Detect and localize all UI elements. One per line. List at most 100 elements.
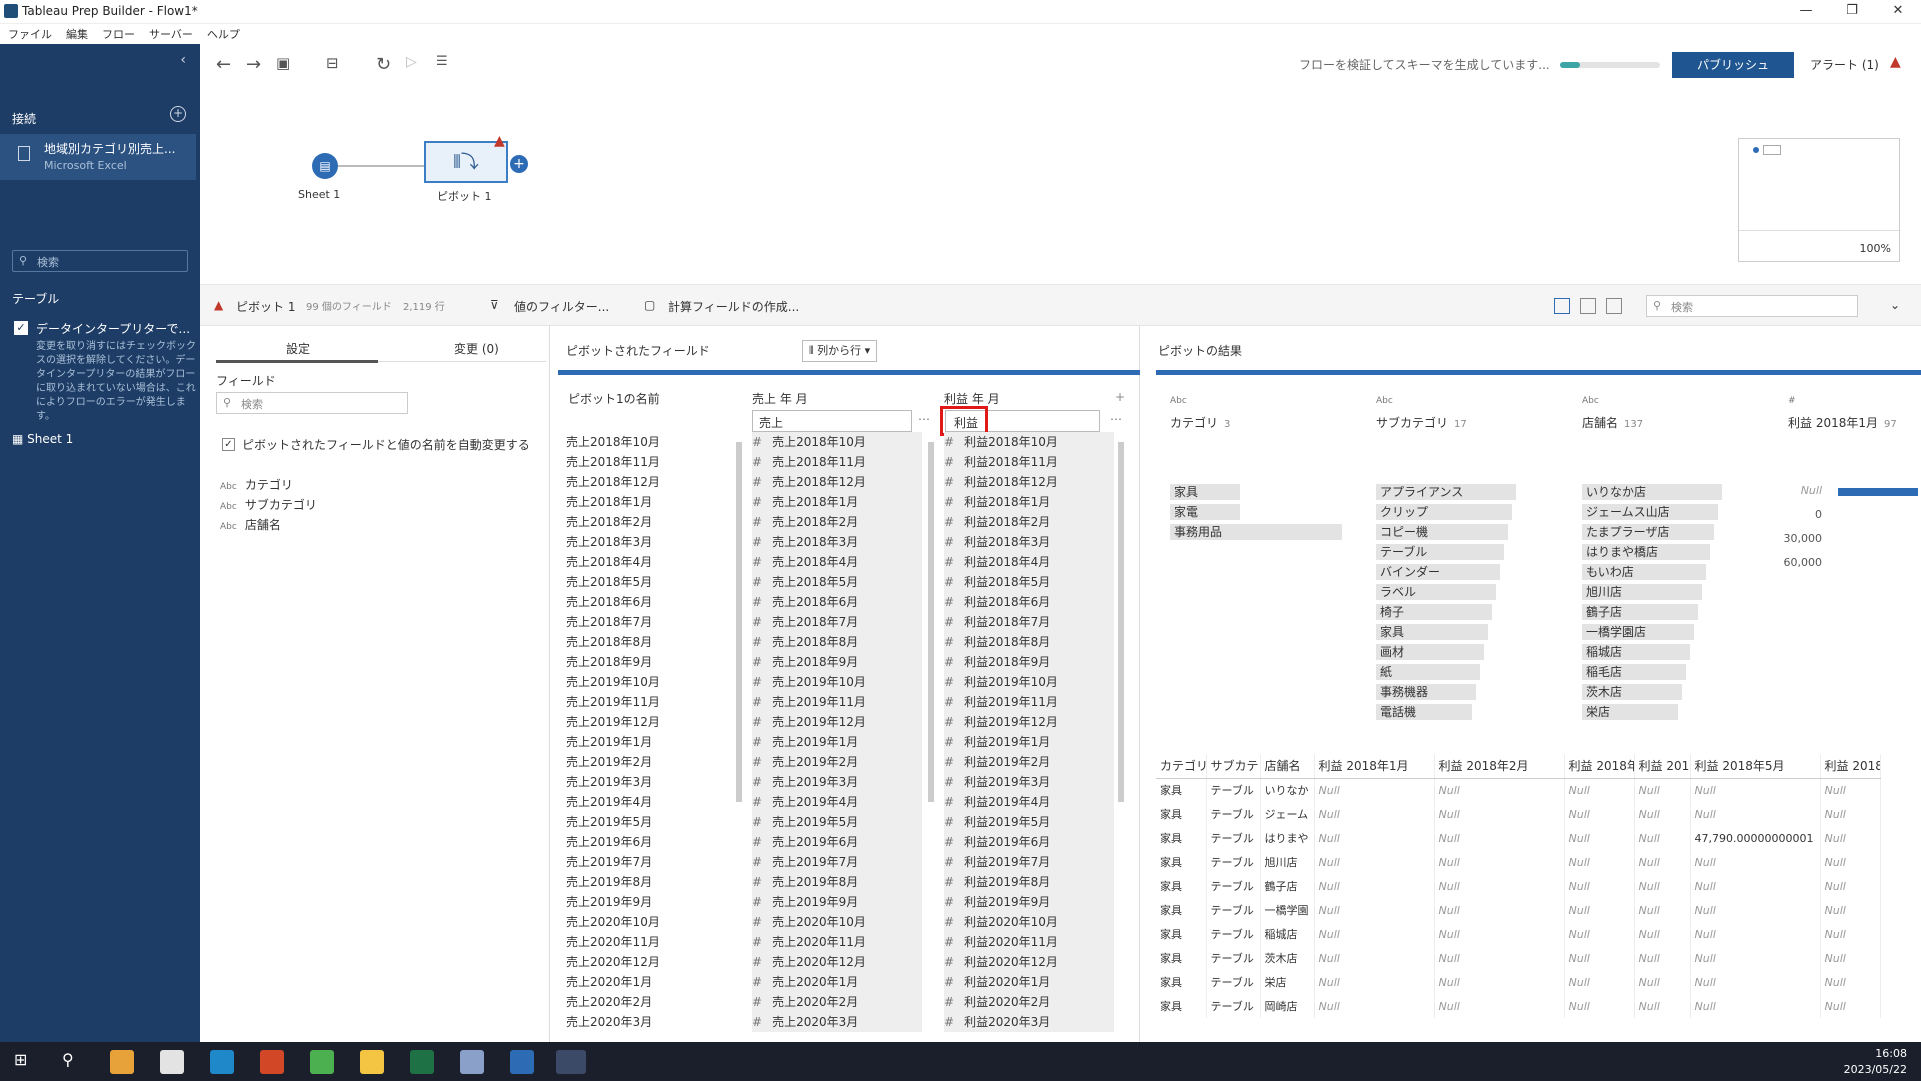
profile-card[interactable]: # 利益 2018年1月 97 Null 0 30,000 60,000 — [1774, 396, 1921, 676]
sales-field-item[interactable]: # 売上2018年7月 — [752, 612, 922, 632]
app-icon[interactable] — [110, 1050, 134, 1074]
tableau-prep-taskbar-icon[interactable] — [556, 1050, 586, 1074]
profit-field-item[interactable]: # 利益2018年5月 — [944, 572, 1114, 592]
profile-bar[interactable]: 一橋学園店 — [1582, 624, 1694, 640]
add-connection-icon[interactable]: + — [170, 106, 186, 122]
system-clock[interactable]: 16:08 2023/05/22 — [1844, 1046, 1907, 1078]
profit-field-item[interactable]: # 利益2019年5月 — [944, 812, 1114, 832]
histogram-null-bar[interactable] — [1838, 488, 1918, 496]
table-row[interactable]: 家具 テーブル 栄店 Null Null Null Null Null Null — [1156, 970, 1881, 994]
sales-field-item[interactable]: # 売上2020年12月 — [752, 952, 922, 972]
grid-column-header[interactable]: 利益 2018年5月 — [1690, 754, 1821, 779]
field-item[interactable]: Abc 店舗名 — [220, 516, 281, 533]
profile-bar[interactable]: 紙 — [1376, 664, 1480, 680]
profit-field-item[interactable]: # 利益2019年12月 — [944, 712, 1114, 732]
profile-bar[interactable]: 茨木店 — [1582, 684, 1682, 700]
profile-bar[interactable]: ラベル — [1376, 584, 1496, 600]
profile-bar[interactable]: たまプラーザ店 — [1582, 524, 1714, 540]
table-row[interactable]: 家具 テーブル 岡崎店 Null Null Null Null Null Null — [1156, 994, 1881, 1018]
menu-server[interactable]: サーバー — [149, 26, 193, 42]
windows-start-icon[interactable]: ⊞ — [14, 1050, 27, 1069]
scrollbar[interactable] — [1118, 442, 1124, 802]
chevron-down-icon[interactable]: ⌄ — [1890, 298, 1900, 312]
profile-bar[interactable]: 家具 — [1170, 484, 1240, 500]
profile-bar[interactable]: 椅子 — [1376, 604, 1492, 620]
sales-field-item[interactable]: # 売上2019年3月 — [752, 772, 922, 792]
profile-bar[interactable]: 稲城店 — [1582, 644, 1690, 660]
sales-value-field[interactable]: 売上 — [752, 410, 912, 432]
profit-field-item[interactable]: # 利益2018年6月 — [944, 592, 1114, 612]
powerpoint-icon[interactable] — [260, 1050, 284, 1074]
profile-bar[interactable]: アプライアンス — [1376, 484, 1516, 500]
tab-changes[interactable]: 変更 (0) — [454, 340, 499, 357]
table-row[interactable]: 家具 テーブル いりなか Null Null Null Null Null Null — [1156, 778, 1881, 802]
profit-field-item[interactable]: # 利益2019年7月 — [944, 852, 1114, 872]
lock-icon[interactable]: ⊟ — [326, 54, 339, 72]
flow-canvas[interactable] — [200, 84, 1921, 284]
profile-bar[interactable]: はりまや橋店 — [1582, 544, 1710, 560]
sales-field-item[interactable]: # 売上2018年3月 — [752, 532, 922, 552]
grid-column-header[interactable]: 店舗名 — [1260, 754, 1315, 779]
run-icon[interactable]: ▷ — [406, 54, 417, 70]
grid-column-header[interactable]: サブカテ — [1206, 754, 1261, 779]
profit-field-item[interactable]: # 利益2018年1月 — [944, 492, 1114, 512]
profile-bar[interactable]: いりなか店 — [1582, 484, 1722, 500]
zoom-icon[interactable] — [510, 1050, 534, 1074]
grid-column-header[interactable]: 利益 2018年3 — [1564, 754, 1635, 779]
sales-field-item[interactable]: # 売上2020年1月 — [752, 972, 922, 992]
maximize-button[interactable]: ❐ — [1829, 0, 1875, 24]
profile-card[interactable]: Abc サブカテゴリ 17 アプライアンス クリップ コピー機 テーブル バインダー ラベル 椅子… — [1362, 396, 1562, 720]
field-search-input[interactable]: ⚲ 検索 — [216, 392, 408, 414]
profit-field-item[interactable]: # 利益2020年12月 — [944, 952, 1114, 972]
profit-field-item[interactable]: # 利益2019年1月 — [944, 732, 1114, 752]
tab-settings[interactable]: 設定 — [286, 340, 310, 357]
data-grid[interactable]: カテゴリサブカテ店舗名利益 2018年1月利益 2018年2月利益 2018年3… — [1156, 754, 1921, 1024]
profile-bar[interactable]: 鶴子店 — [1582, 604, 1698, 620]
sales-field-item[interactable]: # 売上2020年11月 — [752, 932, 922, 952]
sheet-item[interactable]: ▦ Sheet 1 — [12, 432, 73, 446]
sales-field-item[interactable]: # 売上2019年8月 — [752, 872, 922, 892]
profit-field-item[interactable]: # 利益2020年10月 — [944, 912, 1114, 932]
close-button[interactable]: ✕ — [1875, 0, 1921, 24]
auto-rename-checkbox[interactable]: ✓ — [222, 438, 235, 451]
sales-field-item[interactable]: # 売上2018年10月 — [752, 432, 922, 452]
profit-field-item[interactable]: # 利益2018年8月 — [944, 632, 1114, 652]
profit-field-item[interactable]: # 利益2020年2月 — [944, 992, 1114, 1012]
sales-field-item[interactable]: # 売上2020年10月 — [752, 912, 922, 932]
profile-bar[interactable]: 家電 — [1170, 504, 1240, 520]
menu-flow[interactable]: フロー — [102, 26, 135, 42]
create-calc-field-button[interactable]: 計算フィールドの作成... — [668, 298, 799, 315]
scrollbar[interactable] — [928, 442, 934, 802]
sales-field-item[interactable]: # 売上2019年2月 — [752, 752, 922, 772]
minimize-button[interactable]: — — [1783, 0, 1829, 24]
zoom-level[interactable]: 100% — [1860, 242, 1891, 255]
sales-field-item[interactable]: # 売上2019年7月 — [752, 852, 922, 872]
table-row[interactable]: 家具 テーブル 鶴子店 Null Null Null Null Null Null — [1156, 874, 1881, 898]
sales-field-item[interactable]: # 売上2018年2月 — [752, 512, 922, 532]
profit-field-item[interactable]: # 利益2020年1月 — [944, 972, 1114, 992]
menu-edit[interactable]: 編集 — [66, 26, 88, 42]
sales-field-item[interactable]: # 売上2020年2月 — [752, 992, 922, 1012]
profit-field-item[interactable]: # 利益2019年3月 — [944, 772, 1114, 792]
add-pivot-column-icon[interactable]: + — [1115, 390, 1125, 404]
edge-icon[interactable] — [210, 1050, 234, 1074]
profit-field-item[interactable]: # 利益2019年6月 — [944, 832, 1114, 852]
profit-field-item[interactable]: # 利益2019年9月 — [944, 892, 1114, 912]
forward-icon[interactable]: → — [246, 54, 261, 75]
sales-field-item[interactable]: # 売上2019年5月 — [752, 812, 922, 832]
grid-column-header[interactable]: 利益 2018 — [1820, 754, 1881, 779]
layout-view-icon[interactable] — [1554, 298, 1570, 314]
search-icon[interactable]: ⚲ — [62, 1050, 74, 1069]
grid-column-header[interactable]: 利益 2018年1月 — [1314, 754, 1435, 779]
sales-field-item[interactable]: # 売上2019年12月 — [752, 712, 922, 732]
field-item[interactable]: Abc サブカテゴリ — [220, 496, 317, 513]
sales-field-item[interactable]: # 売上2018年4月 — [752, 552, 922, 572]
profile-card[interactable]: Abc カテゴリ 3 家具 家電 事務用品 — [1156, 396, 1356, 676]
profit-field-item[interactable]: # 利益2019年10月 — [944, 672, 1114, 692]
sales-field-item[interactable]: # 売上2019年10月 — [752, 672, 922, 692]
profile-bar[interactable]: ジェームス山店 — [1582, 504, 1718, 520]
profile-bar[interactable]: クリップ — [1376, 504, 1512, 520]
profit-field-item[interactable]: # 利益2018年12月 — [944, 472, 1114, 492]
folder-icon[interactable] — [360, 1050, 384, 1074]
refresh-icon[interactable]: ↻ — [376, 54, 391, 75]
